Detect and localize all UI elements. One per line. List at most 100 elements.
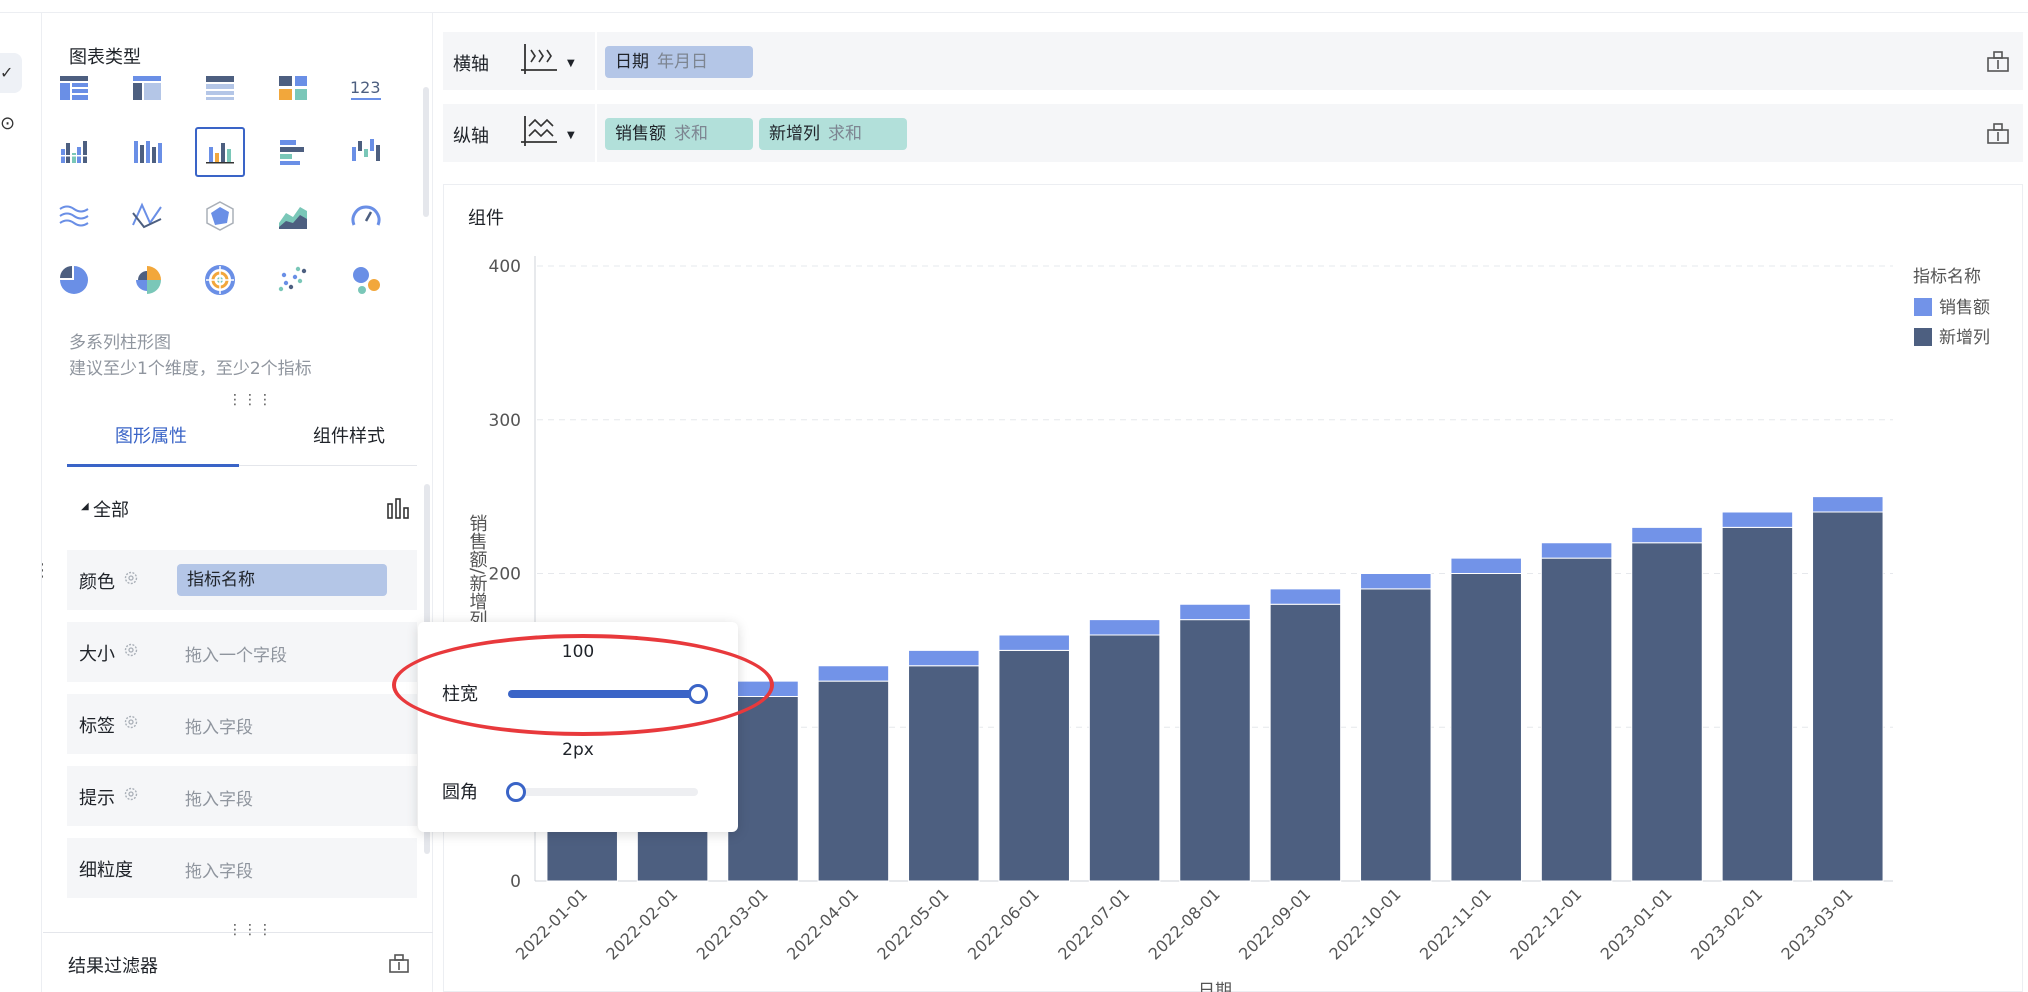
multi-series-bar-icon[interactable] [195, 127, 245, 177]
bar-newcol[interactable] [1179, 619, 1251, 882]
x-tick-label: 2022-05-01 [873, 884, 952, 963]
bar-sales[interactable] [998, 634, 1070, 651]
field-name: 颜色 [79, 572, 115, 593]
bar-newcol[interactable] [1269, 603, 1342, 882]
scatter-icon[interactable] [268, 255, 318, 305]
check-icon[interactable]: ✓ [0, 53, 22, 93]
bar-sales[interactable] [1721, 511, 1794, 528]
table-cross-icon[interactable] [122, 63, 172, 113]
stacked-bar-icon[interactable] [122, 127, 172, 177]
y-axis-field-chip-newcol[interactable]: 新增列 求和 [759, 118, 907, 150]
color-field-chip[interactable]: 指标名称 [177, 564, 387, 596]
chevron-down-icon[interactable]: ▼ [567, 58, 575, 69]
y-axis-title: 销售额/新增列 [467, 514, 488, 628]
field-drop-placeholder: 拖入字段 [185, 718, 253, 738]
shelf-settings-icon[interactable] [1985, 48, 2011, 74]
chevron-down-icon[interactable]: ▼ [567, 130, 575, 141]
area-icon[interactable] [268, 191, 318, 241]
table-detail-icon[interactable] [195, 63, 245, 113]
shelf-settings-icon[interactable] [1985, 120, 2011, 146]
bar-newcol[interactable] [1812, 511, 1884, 882]
sunburst-icon[interactable] [195, 255, 245, 305]
radius-value: 2px [562, 740, 594, 760]
field-drop-placeholder: 拖入一个字段 [185, 646, 287, 666]
grouped-bar-icon[interactable] [49, 127, 99, 177]
y-tick-label: 400 [489, 257, 521, 277]
legend-swatch[interactable] [1914, 328, 1932, 346]
x-axis-shelf[interactable]: 横轴 ▼ 日期 年月日 [443, 32, 2023, 90]
gauge-icon[interactable] [341, 191, 391, 241]
number-123-icon[interactable]: 123 [341, 63, 391, 113]
chart-type-scrollbar[interactable] [423, 87, 429, 217]
panel-resize-handle-icon[interactable]: ⋮⋮⋮ [228, 922, 273, 938]
legend-item-label[interactable]: 新增列 [1939, 328, 1990, 348]
svg-text:123: 123 [350, 78, 381, 97]
bar-sales[interactable] [1631, 526, 1703, 544]
table-list-icon[interactable] [49, 63, 99, 113]
bar-sales[interactable] [1269, 588, 1342, 605]
pie-icon[interactable] [49, 255, 99, 305]
result-filter-label[interactable]: 结果过滤器 [68, 952, 158, 978]
x-tick-label: 2022-04-01 [783, 884, 862, 963]
field-row-color[interactable]: 颜色 指标名称 [67, 550, 417, 610]
x-axis-field-chip[interactable]: 日期 年月日 [605, 46, 753, 78]
bar-newcol[interactable] [1088, 634, 1161, 882]
bar-newcol[interactable] [817, 680, 890, 882]
legend-swatch[interactable] [1914, 298, 1932, 316]
field-row-granularity[interactable]: 细粒度 拖入字段 [67, 838, 417, 898]
panel-resize-handle-icon[interactable]: ⋮⋮⋮ [228, 392, 273, 408]
axis-type-icon[interactable] [519, 114, 559, 150]
collapse-triangle-icon[interactable]: ◢ [81, 501, 89, 512]
bar-newcol[interactable] [998, 649, 1070, 882]
rose-pie-icon[interactable] [122, 255, 172, 305]
y-axis-field-chip-sales[interactable]: 销售额 求和 [605, 118, 753, 150]
bar-sales[interactable] [1360, 573, 1432, 590]
bar-newcol[interactable] [908, 665, 980, 882]
bar-sales[interactable] [908, 649, 980, 667]
bar-newcol[interactable] [1540, 557, 1613, 882]
bar-newcol[interactable] [1450, 573, 1522, 882]
waterfall-icon[interactable] [341, 127, 391, 177]
chart-title: 组件 [468, 208, 504, 229]
slider-handle[interactable] [506, 782, 526, 802]
gear-icon[interactable] [123, 642, 139, 658]
bar-newcol[interactable] [1631, 542, 1703, 882]
field-row-tooltip[interactable]: 提示 拖入字段 [67, 766, 417, 826]
kpi-blocks-icon[interactable] [268, 63, 318, 113]
gear-icon[interactable] [123, 786, 139, 802]
bar-newcol[interactable] [1721, 526, 1794, 882]
radius-slider[interactable] [506, 782, 698, 802]
bar-newcol[interactable] [727, 696, 799, 882]
bar-newcol[interactable] [1360, 588, 1432, 882]
section-all-header[interactable]: ◢ 全部 [67, 484, 417, 534]
bar-chart-icon[interactable] [385, 496, 411, 522]
field-row-size[interactable]: 大小 拖入一个字段 [67, 622, 417, 682]
field-name: 细粒度 [79, 860, 133, 881]
axis-type-icon[interactable] [519, 42, 559, 78]
gear-icon[interactable] [123, 714, 139, 730]
bar-sales[interactable] [1540, 542, 1613, 559]
line-icon[interactable] [49, 191, 99, 241]
more-icon[interactable]: ⊙ [0, 113, 14, 139]
bar-sales[interactable] [817, 665, 890, 682]
tab-graph-properties[interactable]: 图形属性 [115, 422, 187, 448]
bar-sales[interactable] [1812, 496, 1884, 513]
bar-sales[interactable] [1450, 557, 1522, 574]
bar-sales[interactable] [1179, 603, 1251, 621]
x-tick-label: 2023-01-01 [1597, 884, 1676, 963]
field-drop-placeholder: 拖入字段 [185, 790, 253, 810]
legend-item-label[interactable]: 销售额 [1939, 298, 1990, 318]
y-axis-label: 纵轴 [453, 126, 489, 147]
field-row-label[interactable]: 标签 拖入字段 [67, 694, 417, 754]
gear-icon[interactable] [123, 570, 139, 586]
tab-component-style[interactable]: 组件样式 [313, 422, 385, 448]
bar-sales[interactable] [1088, 619, 1161, 636]
multi-line-icon[interactable] [122, 191, 172, 241]
selected-chart-type-name: 多系列柱形图 [69, 333, 171, 353]
y-axis-shelf[interactable]: 纵轴 ▼ 销售额 求和 新增列 求和 [443, 104, 2023, 162]
bubble-icon[interactable] [341, 255, 391, 305]
radar-icon[interactable] [195, 191, 245, 241]
add-filter-icon[interactable] [388, 952, 410, 974]
x-tick-label: 2022-09-01 [1235, 884, 1314, 963]
horizontal-bar-icon[interactable] [268, 127, 318, 177]
